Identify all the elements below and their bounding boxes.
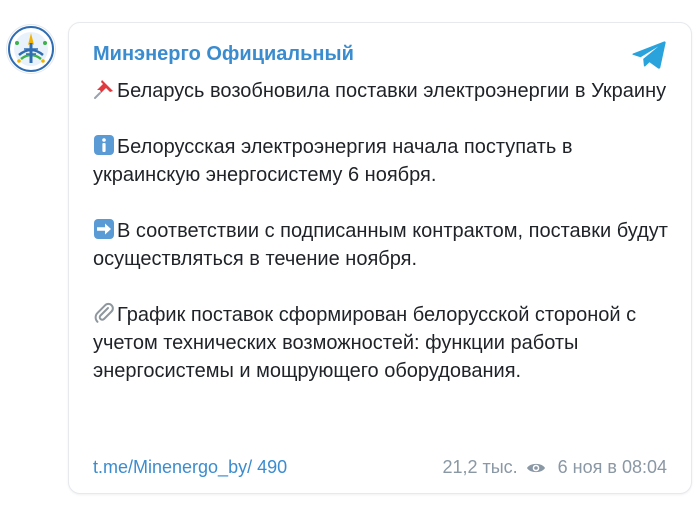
post-paragraph: В соответствии с подписанным контрактом,… xyxy=(93,217,673,273)
post-meta: 21,2 тыс. 6 ноя в 08:04 xyxy=(442,457,667,478)
paragraph-text: Белорусская электроэнергия начала поступ… xyxy=(93,136,573,186)
channel-name[interactable]: Минэнерго Официальный xyxy=(93,43,354,66)
right-arrow-icon xyxy=(93,218,115,240)
paragraph-text: Беларусь возобновила поставки электроэне… xyxy=(117,80,667,102)
post-date[interactable]: 6 ноя в 08:04 xyxy=(558,457,667,478)
post-card: Минэнерго Официальный Беларусь возобнови… xyxy=(68,22,692,494)
paragraph-text: График поставок сформирован белорусской … xyxy=(93,304,637,382)
paragraph-text: В соответствии с подписанным контрактом,… xyxy=(93,220,668,270)
information-icon xyxy=(93,134,115,156)
pushpin-icon xyxy=(93,78,115,100)
post-text: Беларусь возобновила поставки электроэне… xyxy=(93,77,673,385)
telegram-icon[interactable] xyxy=(631,39,667,71)
telegram-post-widget: Минэнерго Официальный Беларусь возобнови… xyxy=(0,0,700,509)
post-paragraph: Белорусская электроэнергия начала поступ… xyxy=(93,133,673,189)
eye-icon xyxy=(526,461,546,475)
post-link[interactable]: t.me/Minenergo_by/ 490 xyxy=(93,457,287,478)
post-paragraph: График поставок сформирован белорусской … xyxy=(93,301,673,385)
post-paragraph: Беларусь возобновила поставки электроэне… xyxy=(93,77,673,105)
view-count: 21,2 тыс. xyxy=(442,457,518,477)
ministry-logo-icon xyxy=(8,26,54,72)
paperclip-icon xyxy=(93,302,115,324)
channel-avatar[interactable] xyxy=(6,24,56,74)
